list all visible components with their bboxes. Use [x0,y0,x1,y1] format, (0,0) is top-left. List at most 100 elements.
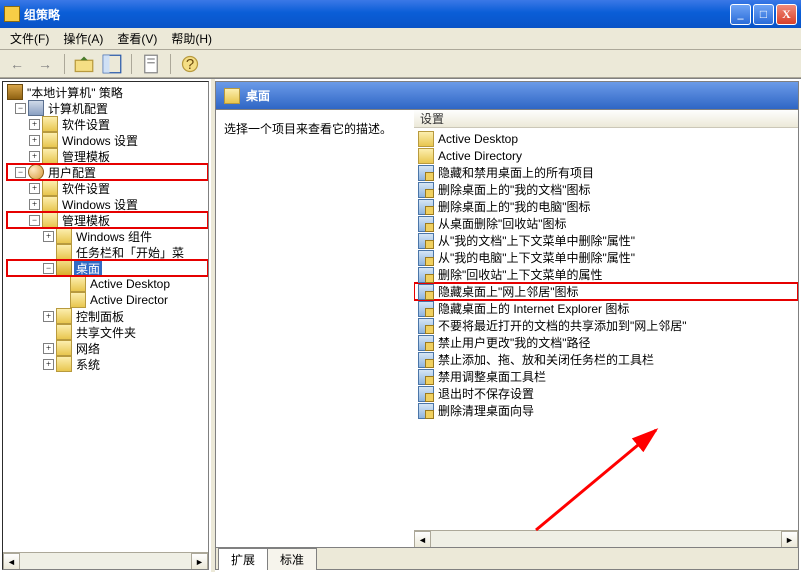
content-body: 选择一个项目来查看它的描述。 设置 Active DesktopActive D… [215,109,799,548]
expander-plus-icon[interactable]: + [29,135,40,146]
tree-windows-settings[interactable]: + Windows 设置 [7,132,208,148]
tab-extended[interactable]: 扩展 [218,548,268,570]
menu-file[interactable]: 文件(F) [4,28,55,49]
folder-icon [418,148,434,164]
list-item-label: 不要将最近打开的文档的共享添加到"网上邻居" [438,317,687,334]
folder-icon [42,148,58,164]
list-row[interactable]: 从桌面删除"回收站"图标 [414,215,798,232]
tree-admin-templates-user[interactable]: − 管理模板 [7,212,208,228]
expander-minus-icon[interactable]: − [15,103,26,114]
tree-windows-components[interactable]: + Windows 组件 [7,228,208,244]
scroll-left-button[interactable]: ◄ [3,553,20,570]
list-hscroll[interactable]: ◄ ► [414,530,798,547]
list-row[interactable]: 从"我的电脑"上下文菜单中删除"属性" [414,249,798,266]
window-buttons: _ □ X [730,4,797,25]
expander-minus-icon[interactable]: − [43,263,54,274]
expander-plus-icon[interactable]: + [29,199,40,210]
list-row[interactable]: 禁止添加、拖、放和关闭任务栏的工具栏 [414,351,798,368]
menu-action[interactable]: 操作(A) [57,28,109,49]
scroll-track[interactable] [20,553,191,569]
list-row[interactable]: 删除桌面上的"我的文档"图标 [414,181,798,198]
tree-label: "本地计算机" 策略 [25,84,125,101]
list-item-label: 禁止用户更改"我的文档"路径 [438,334,591,351]
list-item-label: 从桌面删除"回收站"图标 [438,215,567,232]
menu-help[interactable]: 帮助(H) [165,28,218,49]
folder-icon [418,131,434,147]
tree-software-settings[interactable]: + 软件设置 [7,116,208,132]
tree-software-settings-user[interactable]: + 软件设置 [7,180,208,196]
expander-plus-icon[interactable]: + [43,231,54,242]
list-row[interactable]: 退出时不保存设置 [414,385,798,402]
list-row[interactable]: 删除桌面上的"我的电脑"图标 [414,198,798,215]
properties-button[interactable] [140,53,162,75]
list-row[interactable]: 禁用调整桌面工具栏 [414,368,798,385]
expander-plus-icon[interactable]: + [29,151,40,162]
tab-standard[interactable]: 标准 [267,548,317,570]
expander-minus-icon[interactable]: − [15,167,26,178]
tree-active-desktop[interactable]: Active Desktop [7,276,208,292]
list-row[interactable]: 隐藏桌面上"网上邻居"图标 [414,283,798,300]
list-items: Active DesktopActive Directory隐藏和禁用桌面上的所… [414,128,798,421]
tree-label: 软件设置 [60,116,112,133]
list-row[interactable]: 不要将最近打开的文档的共享添加到"网上邻居" [414,317,798,334]
list-row[interactable]: Active Desktop [414,130,798,147]
list-row[interactable]: 删除"回收站"上下文菜单的属性 [414,266,798,283]
folder-icon [56,324,72,340]
tree-active-directory[interactable]: Active Director [7,292,208,308]
list-row[interactable]: 隐藏桌面上的 Internet Explorer 图标 [414,300,798,317]
tree-desktop[interactable]: − 桌面 [7,260,208,276]
client-area: "本地计算机" 策略 − 计算机配置 + 软件设置 + Windows 设置 [0,78,801,572]
list-row[interactable]: 禁止用户更改"我的文档"路径 [414,334,798,351]
forward-button[interactable] [34,53,56,75]
folder-icon [56,340,72,356]
titlebar[interactable]: 组策略 _ □ X [0,0,801,28]
minimize-button[interactable]: _ [730,4,751,25]
list-item-label: 禁用调整桌面工具栏 [438,368,546,385]
setting-icon [418,386,434,402]
tree-computer-config[interactable]: − 计算机配置 [7,100,208,116]
tree-shared-folders[interactable]: 共享文件夹 [7,324,208,340]
folder-icon [42,180,58,196]
list-row[interactable]: Active Directory [414,147,798,164]
tree-hscroll[interactable]: ◄ ► [3,552,208,569]
tree-windows-settings-user[interactable]: + Windows 设置 [7,196,208,212]
tree-admin-templates[interactable]: + 管理模板 [7,148,208,164]
close-button[interactable]: X [776,4,797,25]
help-button[interactable]: ? [179,53,201,75]
scroll-right-button[interactable]: ► [781,531,798,547]
content-title: 桌面 [246,87,270,104]
list-item-label: 删除桌面上的"我的电脑"图标 [438,198,591,215]
tree: "本地计算机" 策略 − 计算机配置 + 软件设置 + Windows 设置 [3,82,208,374]
list-row[interactable]: 从"我的文档"上下文菜单中删除"属性" [414,232,798,249]
tree-network[interactable]: + 网络 [7,340,208,356]
tree-pane[interactable]: "本地计算机" 策略 − 计算机配置 + 软件设置 + Windows 设置 [2,81,209,570]
tree-user-config[interactable]: − 用户配置 [7,164,208,180]
folder-icon [224,88,240,104]
back-button[interactable] [6,53,28,75]
expander-minus-icon[interactable]: − [29,215,40,226]
list-row[interactable]: 删除清理桌面向导 [414,402,798,419]
expander-plus-icon[interactable]: + [43,343,54,354]
tree-taskbar-start[interactable]: 任务栏和「开始」菜 [7,244,208,260]
toolbar-separator [64,54,65,74]
tree-control-panel[interactable]: + 控制面板 [7,308,208,324]
expander-plus-icon[interactable]: + [29,119,40,130]
up-button[interactable] [73,53,95,75]
column-header[interactable]: 设置 [414,110,798,128]
list-row[interactable]: 隐藏和禁用桌面上的所有项目 [414,164,798,181]
expander-plus-icon[interactable]: + [43,359,54,370]
tree-system[interactable]: + 系统 [7,356,208,372]
scroll-track[interactable] [431,531,781,547]
show-hide-tree-button[interactable] [101,53,123,75]
tree-label: 任务栏和「开始」菜 [74,244,186,261]
maximize-button[interactable]: □ [753,4,774,25]
menu-view[interactable]: 查看(V) [111,28,163,49]
scroll-right-button[interactable]: ► [191,553,208,570]
list-pane[interactable]: 设置 Active DesktopActive Directory隐藏和禁用桌面… [414,110,798,547]
expander-plus-icon[interactable]: + [29,183,40,194]
tree-root[interactable]: "本地计算机" 策略 [7,84,208,100]
setting-icon [418,267,434,283]
scroll-left-button[interactable]: ◄ [414,531,431,547]
expander-plus-icon[interactable]: + [43,311,54,322]
setting-icon [418,318,434,334]
